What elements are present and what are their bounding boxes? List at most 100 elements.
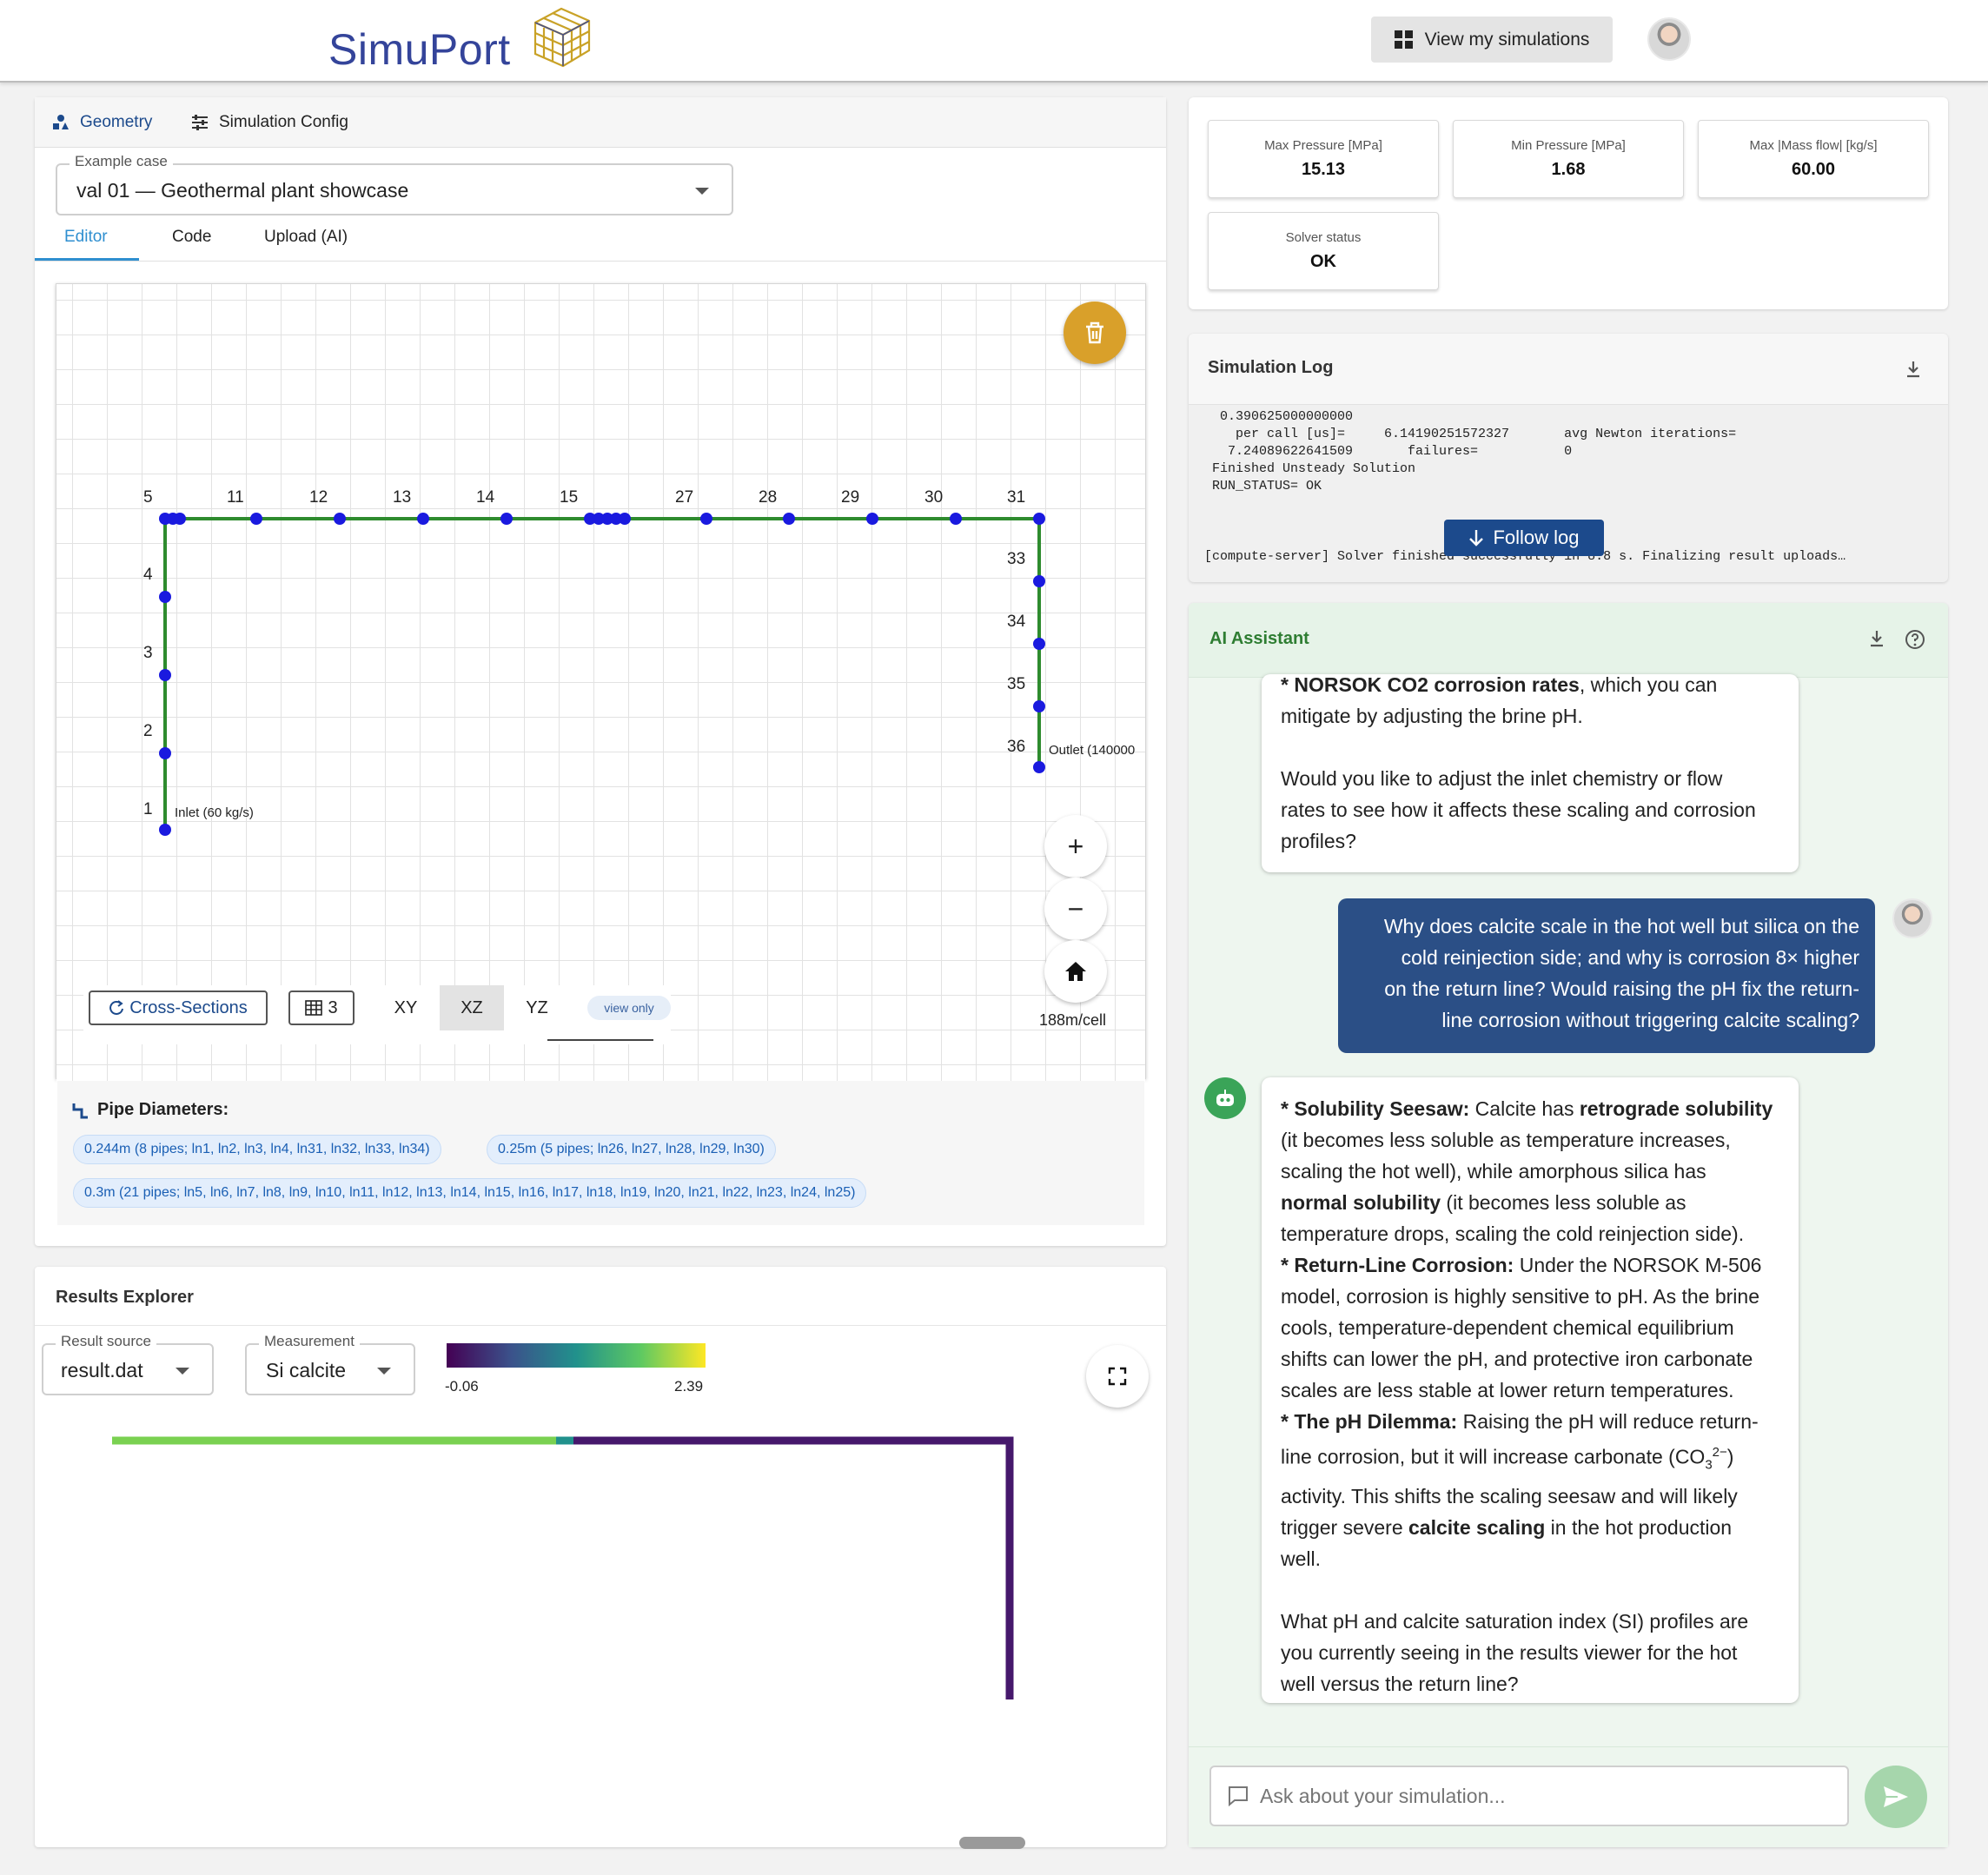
message-superscript: 2− bbox=[1712, 1445, 1727, 1460]
pipe-diameters-title-label: Pipe Diameters: bbox=[97, 1100, 229, 1119]
node-label: 29 bbox=[841, 488, 859, 507]
cross-sections-label: Cross-Sections bbox=[129, 997, 248, 1017]
node-label: 1 bbox=[143, 800, 153, 818]
delete-button[interactable] bbox=[1064, 301, 1126, 364]
chat-input[interactable] bbox=[1209, 1766, 1849, 1826]
metric-label: Max Pressure [MPa] bbox=[1264, 138, 1382, 153]
message-text: line corrosion, but it will increase car… bbox=[1281, 1445, 1706, 1468]
pipe-network[interactable]: 5 11 12 13 14 15 27 28 29 30 31 4 3 2 1 … bbox=[56, 284, 1145, 1082]
diameter-chip[interactable]: 0.3m (21 pipes; ln5, ln6, ln7, ln8, ln9,… bbox=[73, 1178, 867, 1208]
table-icon bbox=[305, 1000, 323, 1016]
node-label: 35 bbox=[1007, 675, 1025, 693]
node-label: 28 bbox=[759, 488, 777, 507]
metric-value: OK bbox=[1310, 252, 1336, 271]
subtab-editor[interactable]: Editor bbox=[64, 228, 108, 247]
message-text: line corrosion without triggering calcit… bbox=[1441, 1009, 1859, 1031]
message-text: (it becomes less soluble as bbox=[1441, 1191, 1686, 1214]
diameter-chip[interactable]: 0.244m (8 pipes; ln1, ln2, ln3, ln4, ln3… bbox=[73, 1135, 441, 1164]
home-button[interactable] bbox=[1044, 940, 1107, 1003]
message-text: Calcite has bbox=[1469, 1097, 1580, 1120]
view-xz-button[interactable]: XZ bbox=[440, 985, 504, 1030]
tab-geometry[interactable]: Geometry bbox=[52, 113, 152, 132]
help-icon[interactable] bbox=[1905, 629, 1925, 650]
message-text: Raising the pH will reduce return- bbox=[1457, 1410, 1759, 1433]
grid-layers-count: 3 bbox=[328, 997, 338, 1017]
message-text: rates to see how it affects these scalin… bbox=[1281, 798, 1756, 821]
node-label: 3 bbox=[143, 644, 153, 662]
sliders-icon bbox=[192, 115, 208, 130]
node-label: 14 bbox=[476, 488, 495, 507]
subtab-upload-ai[interactable]: Upload (AI) bbox=[264, 228, 348, 247]
download-icon[interactable] bbox=[1868, 629, 1885, 648]
chevron-down-icon bbox=[377, 1368, 391, 1375]
subtab-code[interactable]: Code bbox=[172, 228, 211, 247]
fullscreen-icon bbox=[1108, 1367, 1127, 1386]
node-label: 27 bbox=[675, 488, 693, 507]
cross-sections-button[interactable]: Cross-Sections bbox=[89, 991, 268, 1025]
log-title: Simulation Log bbox=[1208, 358, 1334, 377]
message-bold: * Return-Line Corrosion: bbox=[1281, 1254, 1514, 1276]
result-source-select[interactable]: Result source result.dat bbox=[42, 1333, 214, 1395]
horizontal-scrollbar[interactable] bbox=[959, 1837, 1025, 1849]
send-button[interactable] bbox=[1865, 1766, 1927, 1828]
node-label: 12 bbox=[309, 488, 328, 507]
download-icon[interactable] bbox=[1905, 360, 1922, 379]
message-text: you currently seeing in the results view… bbox=[1281, 1641, 1738, 1665]
message-text: shifts can lower the pH, and protective … bbox=[1281, 1348, 1753, 1370]
message-subscript: 3 bbox=[1705, 1457, 1713, 1473]
message-text: Under the NORSOK M-506 bbox=[1514, 1254, 1762, 1276]
view-xy-button[interactable]: XY bbox=[374, 985, 438, 1030]
example-case-select[interactable]: Example case val 01 — Geothermal plant s… bbox=[56, 153, 733, 215]
view-simulations-button[interactable]: View my simulations bbox=[1371, 17, 1613, 63]
measurement-label: Measurement bbox=[259, 1333, 360, 1350]
tab-simulation-config[interactable]: Simulation Config bbox=[191, 113, 348, 132]
user-avatar[interactable] bbox=[1647, 17, 1691, 61]
message-bold: * NORSOK CO2 corrosion rates bbox=[1281, 673, 1580, 696]
node-label: 2 bbox=[143, 722, 153, 740]
dashboard-icon bbox=[1394, 30, 1413, 49]
view-yz-button[interactable]: YZ bbox=[505, 985, 569, 1030]
message-text: cools, temperature-dependent chemical eq… bbox=[1281, 1316, 1734, 1339]
zoom-out-button[interactable]: − bbox=[1044, 878, 1107, 940]
message-text: cold reinjection side; and why is corros… bbox=[1401, 946, 1859, 969]
node-label: 11 bbox=[227, 488, 244, 507]
inlet-label: Inlet (60 kg/s) bbox=[175, 805, 254, 820]
measurement-select[interactable]: Measurement Si calcite bbox=[245, 1333, 415, 1395]
metric-min-pressure: Min Pressure [MPa] 1.68 bbox=[1453, 120, 1684, 198]
pipe-diameters-title: Pipe Diameters: bbox=[71, 1100, 229, 1120]
assistant-message: * Solubility Seesaw: Calcite has retrogr… bbox=[1262, 1077, 1799, 1703]
message-text: scales are less stable at lower return t… bbox=[1281, 1379, 1734, 1401]
log-line: Finished Unsteady Solution bbox=[1204, 461, 1416, 476]
network-editor-canvas[interactable]: 5 11 12 13 14 15 27 28 29 30 31 4 3 2 1 … bbox=[56, 283, 1146, 1082]
result-source-label: Result source bbox=[56, 1333, 156, 1350]
user-avatar bbox=[1892, 898, 1932, 938]
message-text: in the hot production bbox=[1545, 1516, 1733, 1540]
message-text: on the return line? Would raising the pH… bbox=[1384, 977, 1859, 1000]
chevron-down-icon bbox=[176, 1368, 189, 1375]
node-label: 13 bbox=[393, 488, 411, 507]
logo-text: SimuPort bbox=[328, 25, 511, 74]
message-text: scaling the hot well), while amorphous s… bbox=[1281, 1160, 1706, 1183]
fullscreen-button[interactable] bbox=[1086, 1345, 1149, 1408]
zoom-in-button[interactable]: + bbox=[1044, 815, 1107, 878]
send-icon bbox=[1884, 1786, 1908, 1807]
home-icon bbox=[1065, 962, 1086, 981]
message-text: temperature drops, scaling the cold rein… bbox=[1281, 1222, 1745, 1245]
assistant-message: * NORSOK CO2 corrosion rates, which you … bbox=[1262, 673, 1799, 872]
app-header: SimuPort View my simulations bbox=[0, 0, 1988, 83]
message-bold: * Solubility Seesaw: bbox=[1281, 1097, 1470, 1120]
follow-log-button[interactable]: Follow log bbox=[1444, 520, 1604, 556]
grid-layers-button[interactable]: 3 bbox=[288, 991, 355, 1025]
log-output: 0.390625000000000 per call [us]= 6.14190… bbox=[1204, 408, 1934, 495]
cell-size-label: 188m/cell bbox=[1039, 1011, 1107, 1029]
metric-solver-status: Solver status OK bbox=[1208, 212, 1439, 290]
log-header: Simulation Log bbox=[1189, 334, 1948, 405]
diameter-chip[interactable]: 0.25m (5 pipes; ln26, ln27, ln28, ln29, … bbox=[487, 1135, 776, 1164]
chevron-down-icon bbox=[695, 188, 709, 195]
subtabs-divider bbox=[35, 261, 1166, 262]
user-message: Why does calcite scale in the hot well b… bbox=[1338, 898, 1875, 1053]
node-label: 34 bbox=[1007, 613, 1026, 631]
log-line: per call [us]= 6.14190251572327 avg Newt… bbox=[1204, 427, 1737, 441]
node-label: 33 bbox=[1007, 550, 1025, 568]
message-text: , which you can bbox=[1579, 673, 1718, 696]
